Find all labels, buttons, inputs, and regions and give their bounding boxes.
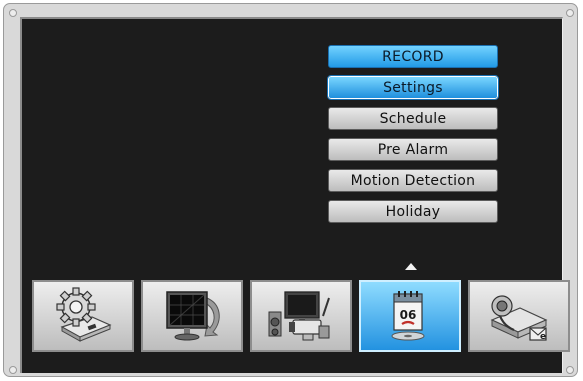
menu-item-holiday[interactable]: Holiday [328, 200, 498, 223]
screw-icon [566, 366, 574, 374]
system-setup-icon [48, 287, 118, 345]
toolbar-tile-device[interactable] [250, 280, 352, 352]
main-screen: RECORD Settings Schedule Pre Alarm Motio… [20, 17, 570, 373]
menu-item-pre-alarm[interactable]: Pre Alarm [328, 138, 498, 161]
screw-icon [9, 9, 17, 17]
toolbar-tile-record[interactable]: 06 [359, 280, 461, 352]
network-icon: e [480, 286, 558, 346]
screw-icon [566, 9, 574, 17]
screw-icon [9, 366, 17, 374]
toolbar-tile-system[interactable] [32, 280, 134, 352]
toolbar-tile-network[interactable]: e [468, 280, 570, 352]
submenu-pointer-icon [405, 263, 417, 270]
toolbar-tile-display[interactable] [141, 280, 243, 352]
camera-device-icon [263, 286, 339, 346]
display-monitor-icon [157, 286, 227, 346]
menu-header-record: RECORD [328, 45, 498, 68]
menu-item-schedule[interactable]: Schedule [328, 107, 498, 130]
calendar-day-label: 06 [400, 308, 417, 322]
menu-item-motion-detection[interactable]: Motion Detection [328, 169, 498, 192]
svg-text:e: e [540, 332, 546, 342]
record-calendar-icon: 06 [380, 286, 440, 346]
menu-item-settings[interactable]: Settings [327, 75, 499, 100]
